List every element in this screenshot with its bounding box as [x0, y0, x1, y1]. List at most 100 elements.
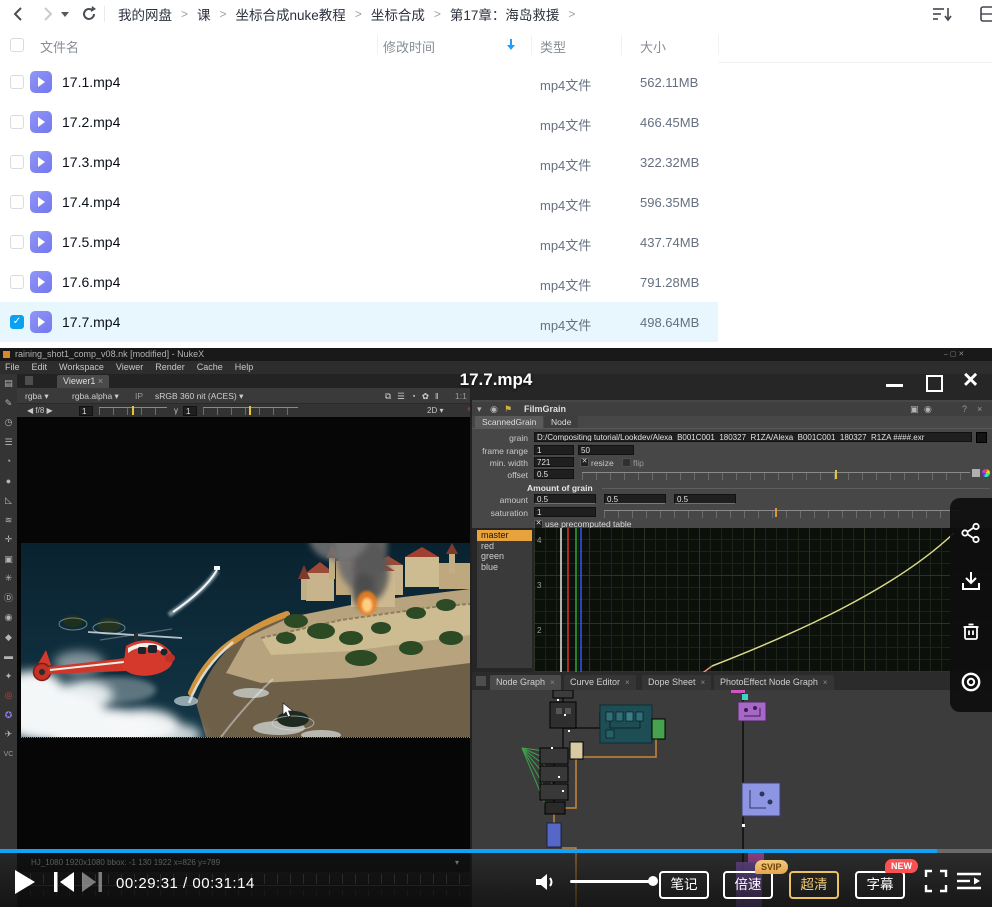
channel-red[interactable]: red: [477, 541, 532, 552]
row-checkbox[interactable]: [10, 155, 24, 169]
amount-blue-input[interactable]: [674, 494, 736, 504]
record-icon[interactable]: [960, 671, 982, 693]
node-periwinkle[interactable]: [742, 783, 780, 816]
history-caret-icon[interactable]: [60, 10, 78, 28]
gain-value[interactable]: 1: [79, 406, 93, 416]
saturation-slider[interactable]: [604, 510, 962, 518]
table-row-selected[interactable]: ✓ 17.7.mp4 mp4文件 498.64MB: [0, 302, 718, 342]
table-row[interactable]: 17.5.mp4 mp4文件 437.74MB: [0, 222, 718, 262]
monitor-out-icon[interactable]: ⧉: [385, 391, 397, 401]
next-frame-button[interactable]: [80, 871, 104, 893]
other-tools-icon[interactable]: ✦: [0, 667, 17, 687]
layout-icon[interactable]: ☰: [397, 391, 411, 401]
sort-icon[interactable]: [932, 6, 950, 24]
file-browse-button[interactable]: [976, 432, 987, 443]
input-process-toggle[interactable]: IP: [135, 388, 143, 404]
channel-tools-icon[interactable]: ☰: [0, 433, 17, 453]
tab-close-icon[interactable]: ×: [625, 678, 630, 687]
keyer-tools-icon[interactable]: ◺: [0, 491, 17, 511]
frame-to-input[interactable]: [578, 445, 634, 455]
volume-slider[interactable]: [570, 880, 656, 883]
panel-eye-icon[interactable]: ◉: [924, 402, 932, 416]
color-wheel-icon[interactable]: [982, 469, 990, 477]
row-checkbox[interactable]: [10, 195, 24, 209]
playlist-icon[interactable]: [956, 871, 982, 891]
tab-photoeffect-node-graph[interactable]: PhotoEffect Node Graph×: [714, 675, 834, 690]
pause-viewer-icon[interactable]: ‖: [435, 391, 445, 401]
resize-checkbox[interactable]: ✕: [580, 458, 589, 467]
color-tools-icon[interactable]: ◔: [0, 452, 17, 472]
table-row[interactable]: 17.3.mp4 mp4文件 322.32MB: [0, 142, 718, 182]
file-name[interactable]: 17.1.mp4: [62, 74, 120, 90]
offset-slider[interactable]: [582, 472, 970, 480]
draw-tools-icon[interactable]: ✎: [0, 394, 17, 414]
view-mode-select[interactable]: 2D ▾: [427, 404, 443, 417]
views-tools-icon[interactable]: ◉: [0, 608, 17, 628]
roi-icon[interactable]: ✿: [422, 391, 435, 401]
panel-center-icon[interactable]: ◉: [490, 402, 498, 416]
column-name[interactable]: 文件名: [40, 37, 79, 56]
table-row[interactable]: 17.4.mp4 mp4文件 596.35MB: [0, 182, 718, 222]
plugin-red-icon[interactable]: ◎: [0, 686, 17, 706]
channel-master[interactable]: master: [477, 530, 532, 541]
volume-icon[interactable]: [534, 871, 558, 893]
panel-float-icon[interactable]: ▣: [910, 402, 919, 416]
column-size[interactable]: 大小: [640, 37, 666, 56]
plugin-purple-icon[interactable]: ✪: [0, 706, 17, 726]
row-checkbox[interactable]: [10, 235, 24, 249]
delete-icon[interactable]: [960, 620, 982, 642]
share-icon[interactable]: [960, 522, 982, 544]
tab-close-icon[interactable]: ×: [823, 678, 828, 687]
file-name[interactable]: 17.2.mp4: [62, 114, 120, 130]
particle-tools-icon[interactable]: ✳: [0, 569, 17, 589]
view-toggle-icon[interactable]: [980, 6, 992, 24]
pane-menu-icon[interactable]: [476, 676, 486, 686]
node-dot-cyan[interactable]: [742, 694, 748, 700]
breadcrumb-item[interactable]: 我的网盘: [118, 4, 172, 24]
curve-graph[interactable]: 4 3 2: [534, 528, 992, 672]
vc-tools-icon[interactable]: VC: [0, 745, 17, 765]
layer-select[interactable]: rgba ▾: [25, 388, 49, 404]
row-checkbox-checked[interactable]: ✓: [10, 315, 24, 329]
file-name[interactable]: 17.3.mp4: [62, 154, 120, 170]
breadcrumb-item-current[interactable]: 第17章：海岛救援: [450, 4, 560, 24]
breadcrumb-item[interactable]: 课: [197, 4, 211, 24]
forward-icon[interactable]: [38, 5, 56, 23]
row-checkbox[interactable]: [10, 115, 24, 129]
subtitle-button[interactable]: 字幕: [855, 871, 905, 899]
node-backdrop-teal[interactable]: [600, 705, 652, 743]
colorspace-select[interactable]: sRGB 360 nit (ACES) ▾: [155, 388, 243, 404]
flip-checkbox[interactable]: [622, 458, 631, 467]
row-checkbox[interactable]: [10, 275, 24, 289]
tab-curve-editor[interactable]: Curve Editor×: [564, 675, 636, 690]
file-name[interactable]: 17.4.mp4: [62, 194, 120, 210]
column-type[interactable]: 类型: [540, 37, 566, 56]
alpha-select[interactable]: rgba.alpha ▾: [72, 388, 119, 404]
select-all-checkbox[interactable]: [10, 38, 24, 52]
quality-button[interactable]: 超清: [789, 871, 839, 899]
file-name[interactable]: 17.7.mp4: [62, 314, 120, 330]
video-player[interactable]: raining_shot1_comp_v08.nk [modified] - N…: [0, 348, 992, 907]
slider-solid-swatch-icon[interactable]: [972, 469, 980, 477]
tab-node-graph[interactable]: Node Graph×: [490, 675, 561, 690]
notes-button[interactable]: 笔记: [659, 871, 709, 899]
panel-caret-icon[interactable]: ▾: [477, 402, 482, 416]
filter-tools-icon[interactable]: ●: [0, 472, 17, 492]
viewer-display-icons[interactable]: ⧉☰◔✿‖: [385, 388, 444, 404]
file-name[interactable]: 17.5.mp4: [62, 234, 120, 250]
close-button[interactable]: ×: [963, 364, 978, 395]
tab-dope-sheet[interactable]: Dope Sheet×: [642, 675, 711, 690]
file-name[interactable]: 17.6.mp4: [62, 274, 120, 290]
offset-input[interactable]: [534, 469, 574, 479]
node-blue[interactable]: [547, 823, 561, 847]
sort-desc-icon[interactable]: [506, 38, 524, 56]
toolsets-icon[interactable]: ▬: [0, 647, 17, 667]
tab-close-icon[interactable]: ×: [701, 678, 706, 687]
speed-button[interactable]: 倍速: [723, 871, 773, 899]
plugin-icon[interactable]: ✈: [0, 725, 17, 745]
panel-lock-icon[interactable]: ⚑: [504, 402, 512, 416]
metadata-tools-icon[interactable]: ◆: [0, 628, 17, 648]
viewer-viewport[interactable]: [17, 417, 470, 853]
node-green[interactable]: [652, 719, 665, 739]
table-row[interactable]: 17.1.mp4 mp4文件 562.11MB: [0, 62, 718, 102]
